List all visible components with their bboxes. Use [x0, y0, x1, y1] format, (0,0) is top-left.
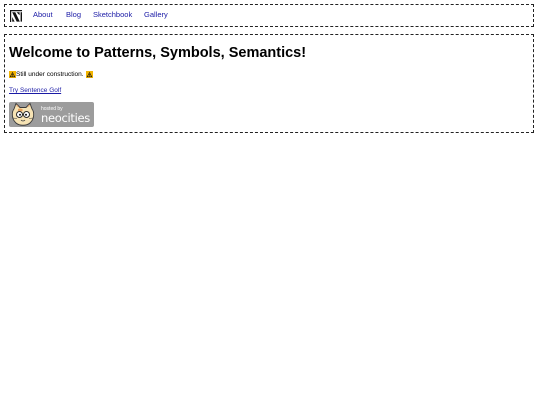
nav-link-about[interactable]: About: [33, 10, 53, 19]
neocities-badge[interactable]: hosted by neocities: [9, 102, 94, 127]
construction-text: Still under construction.: [16, 71, 84, 78]
warning-icon: [9, 71, 16, 78]
main-content: Welcome to Patterns, Symbols, Semantics!…: [4, 34, 534, 133]
neocities-cat-icon: [11, 102, 35, 126]
nav-link-blog[interactable]: Blog: [66, 10, 81, 19]
sentence-golf-link[interactable]: Try Sentence Golf: [9, 87, 61, 94]
top-nav-bar: About Blog Sketchbook Gallery: [4, 4, 534, 27]
nav-link-sketchbook[interactable]: Sketchbook: [93, 10, 132, 19]
badge-neocities-text: neocities: [41, 111, 90, 125]
page-title: Welcome to Patterns, Symbols, Semantics!: [9, 45, 307, 61]
construction-notice: Still under construction.: [9, 71, 93, 78]
ps-logo-icon[interactable]: [9, 9, 23, 23]
warning-icon: [85, 71, 93, 78]
nav-link-gallery[interactable]: Gallery: [144, 10, 168, 19]
